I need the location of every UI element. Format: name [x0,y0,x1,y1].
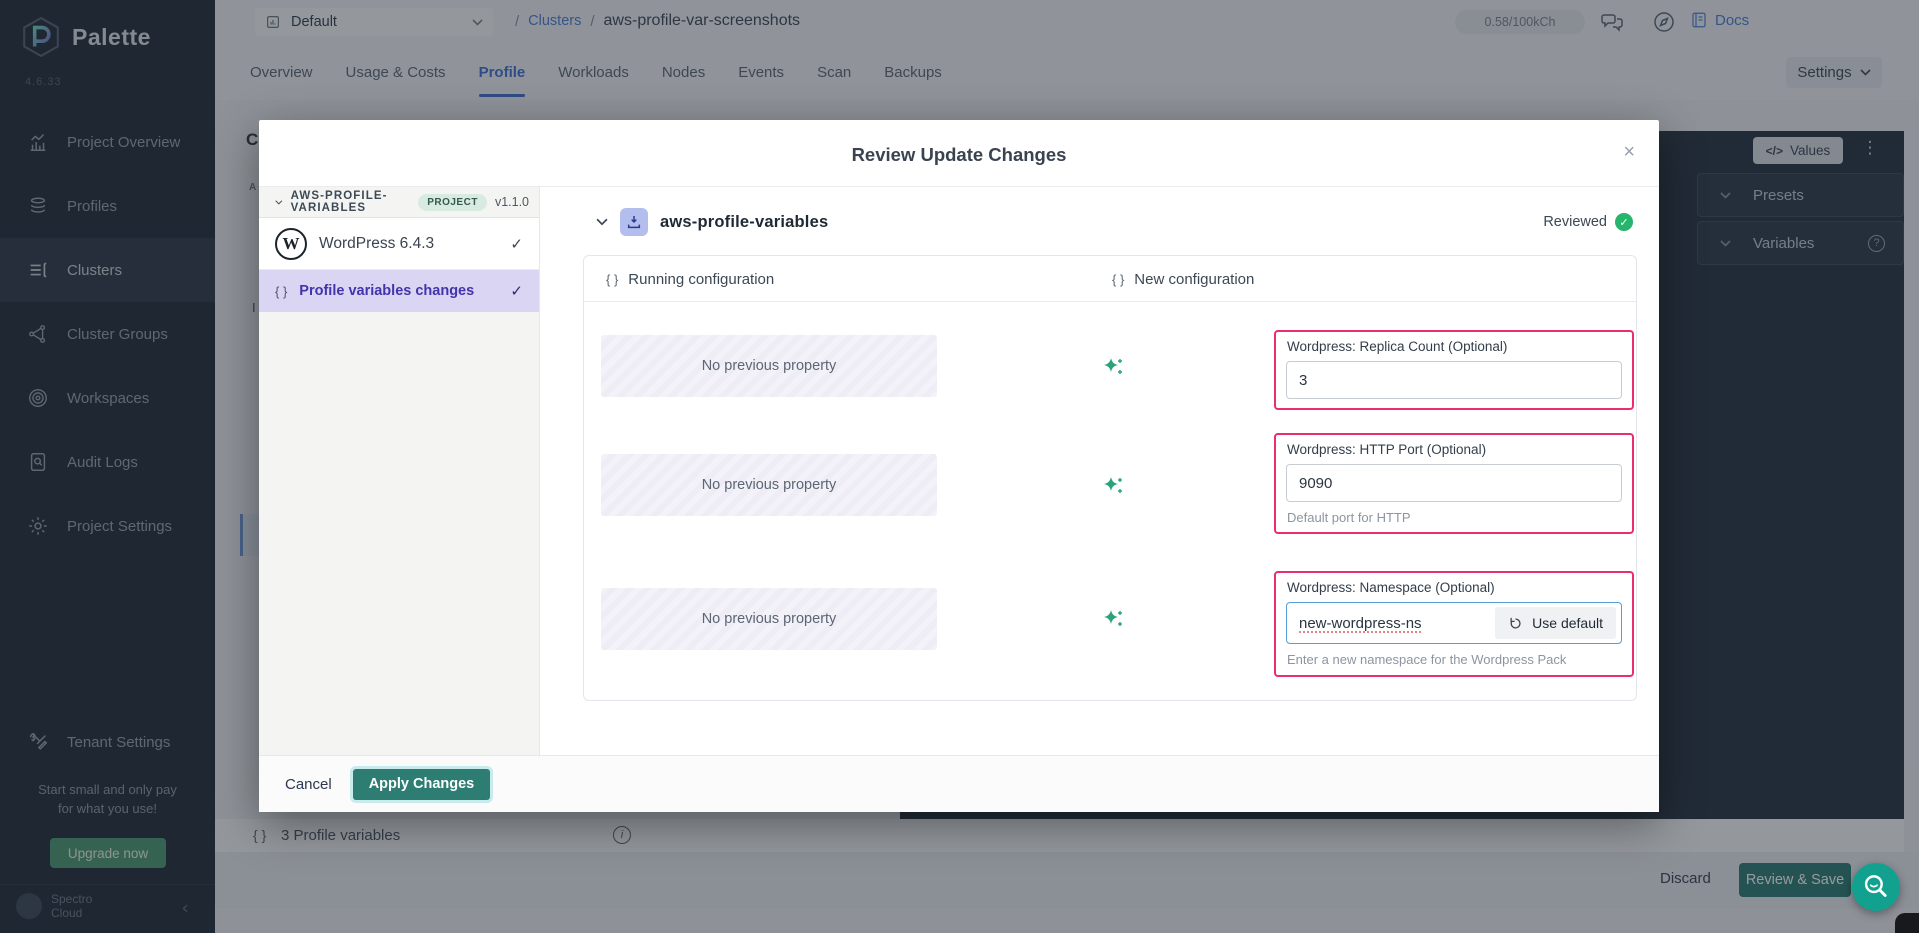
modal-footer: Cancel Apply Changes [259,755,1659,812]
modal-body: AWS-PROFILE-VARIABLES PROJECT v1.1.0 W W… [259,186,1659,755]
scope-badge: PROJECT [418,194,487,211]
replica-count-field-group: Wordpress: Replica Count (Optional) [1274,330,1634,410]
braces-icon: { } [606,272,618,287]
pack-item-profile-variables[interactable]: { } Profile variables changes ✓ [259,270,539,312]
import-icon [620,208,648,236]
field-label: Wordpress: HTTP Port (Optional) [1287,442,1622,457]
review-main: aws-profile-variables Reviewed ✓ { } Run… [540,187,1659,755]
http-port-field-group: Wordpress: HTTP Port (Optional) Default … [1274,433,1634,534]
modal-header: Review Update Changes × [259,120,1659,186]
new-property-sparkle-icon [1101,355,1125,379]
new-configuration-header: { } New configuration [1112,256,1254,302]
reviewed-check-icon: ✓ [1615,213,1633,231]
apply-changes-button[interactable]: Apply Changes [353,769,491,800]
close-icon[interactable]: × [1623,142,1635,162]
section-title: aws-profile-variables [660,213,828,232]
profile-version: v1.1.0 [495,195,529,209]
no-previous-property-box: No previous property [601,588,937,650]
profile-name: AWS-PROFILE-VARIABLES [291,190,411,214]
use-default-button[interactable]: Use default [1495,607,1616,639]
review-update-changes-modal: Review Update Changes × AWS-PROFILE-VARI… [259,120,1659,812]
new-property-sparkle-icon [1101,607,1125,631]
namespace-field-group: Wordpress: Namespace (Optional) new-word… [1274,571,1634,677]
modal-title: Review Update Changes [259,144,1659,166]
section-header: aws-profile-variables Reviewed ✓ [596,207,1633,237]
http-port-input[interactable] [1286,464,1622,502]
configuration-diff-card: { } Running configuration { } New config… [583,255,1637,701]
namespace-input[interactable]: new-wordpress-ns Use default [1286,602,1622,644]
braces-icon: { } [1112,272,1124,287]
field-helper: Enter a new namespace for the Wordpress … [1287,652,1622,667]
corner-widget [1895,913,1919,933]
pack-item-wordpress[interactable]: W WordPress 6.4.3 ✓ [259,218,539,270]
review-status: Reviewed ✓ [1543,213,1633,231]
restore-history-icon [1508,616,1523,631]
chevron-down-icon[interactable] [596,218,608,226]
profile-header-row[interactable]: AWS-PROFILE-VARIABLES PROJECT v1.1.0 [259,187,539,218]
field-helper: Default port for HTTP [1287,510,1622,525]
field-label: Wordpress: Replica Count (Optional) [1287,339,1622,354]
running-configuration-header: { } Running configuration [606,256,774,302]
no-previous-property-box: No previous property [601,454,937,516]
namespace-value[interactable]: new-wordpress-ns [1299,615,1422,632]
new-property-sparkle-icon [1101,474,1125,498]
check-icon: ✓ [510,282,523,300]
pack-panel: AWS-PROFILE-VARIABLES PROJECT v1.1.0 W W… [259,187,540,755]
diff-column-headers: { } Running configuration { } New config… [584,256,1636,302]
chevron-down-icon [275,199,283,206]
search-smile-icon [1859,870,1893,904]
help-search-button[interactable] [1852,863,1900,911]
cancel-button[interactable]: Cancel [285,776,332,793]
check-icon: ✓ [510,235,523,253]
wordpress-logo: W [275,228,307,260]
field-label: Wordpress: Namespace (Optional) [1287,580,1622,595]
no-previous-property-box: No previous property [601,335,937,397]
palette-app: Palette 4.6.33 Project Overview Profiles… [0,0,1919,933]
braces-icon: { } [275,284,287,299]
replica-count-input[interactable] [1286,361,1622,399]
